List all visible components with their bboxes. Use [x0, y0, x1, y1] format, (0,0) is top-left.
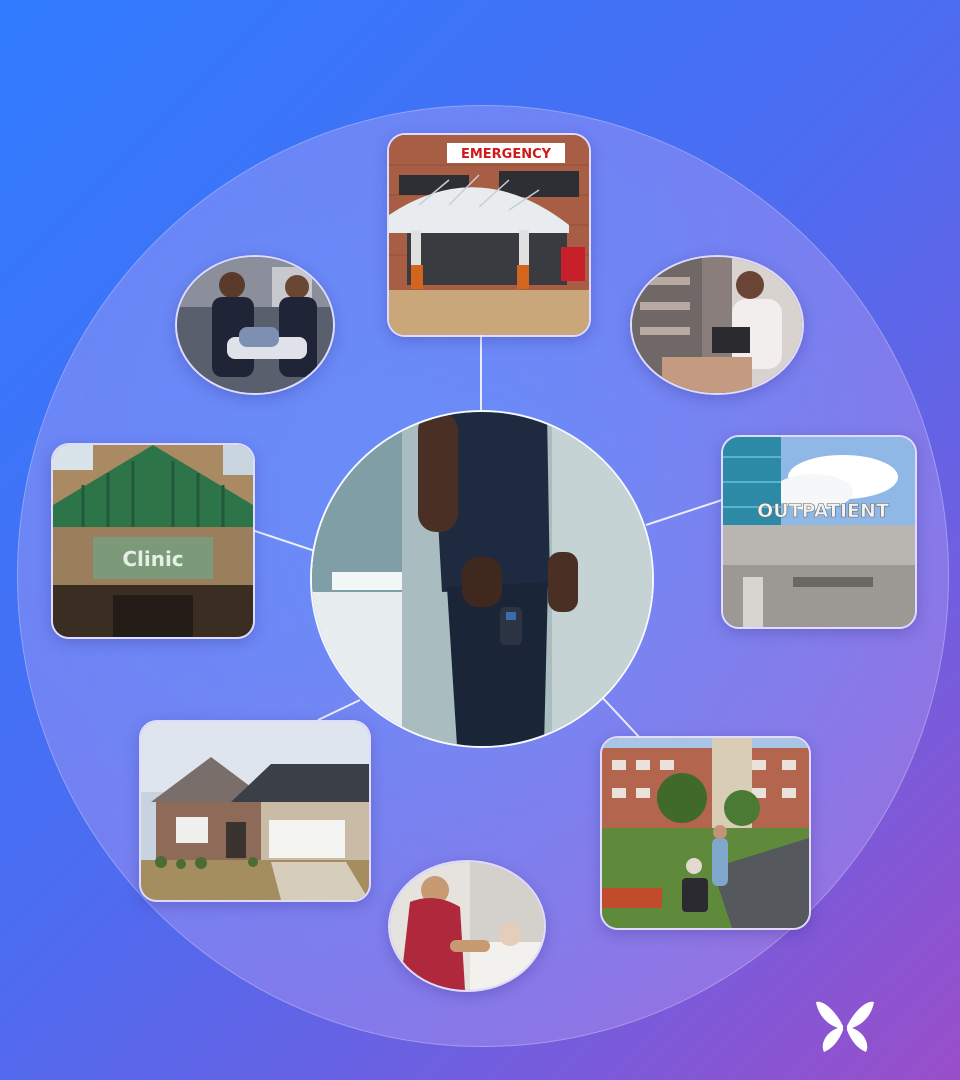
senior-living-photo	[600, 736, 811, 930]
outpatient-sign: OUTPATIENT	[757, 500, 889, 522]
connector-home	[317, 699, 361, 721]
clinic-photo: Clinic	[51, 443, 255, 639]
connector-clinic	[251, 529, 319, 553]
connector-senior-living	[599, 694, 641, 739]
outpatient-photo: OUTPATIENT	[721, 435, 917, 629]
bedside-care-photo	[388, 860, 546, 992]
paramedics-photo	[175, 255, 335, 395]
home-photo	[139, 720, 371, 902]
butterfly-logo-icon	[812, 998, 878, 1054]
connector-outpatient	[645, 499, 723, 526]
emergency-department-photo: EMERGENCY	[387, 133, 591, 337]
emergency-sign: EMERGENCY	[461, 147, 552, 162]
clinic-sign: Clinic	[122, 547, 183, 571]
pharmacist-photo	[630, 255, 804, 395]
caregiver-center-photo	[310, 410, 654, 748]
